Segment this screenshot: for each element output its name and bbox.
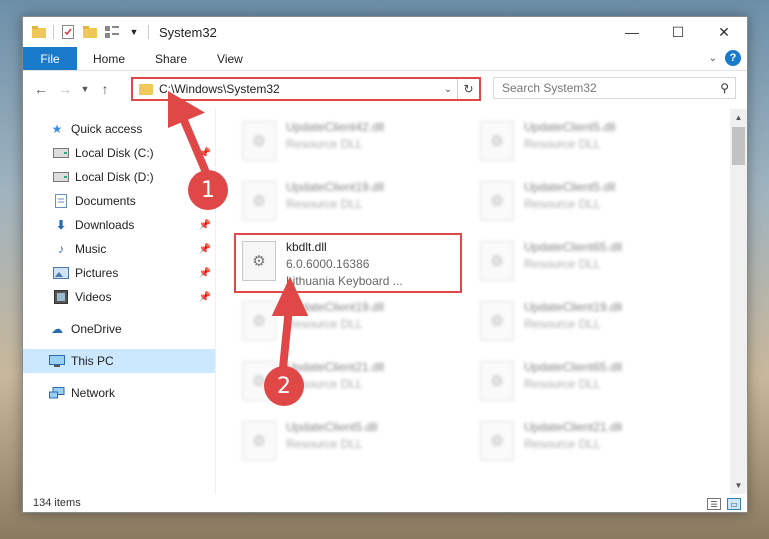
step-2-badge: 2 (264, 366, 304, 406)
annotation-arrows (168, 91, 309, 372)
step-1-badge: 1 (188, 170, 228, 210)
